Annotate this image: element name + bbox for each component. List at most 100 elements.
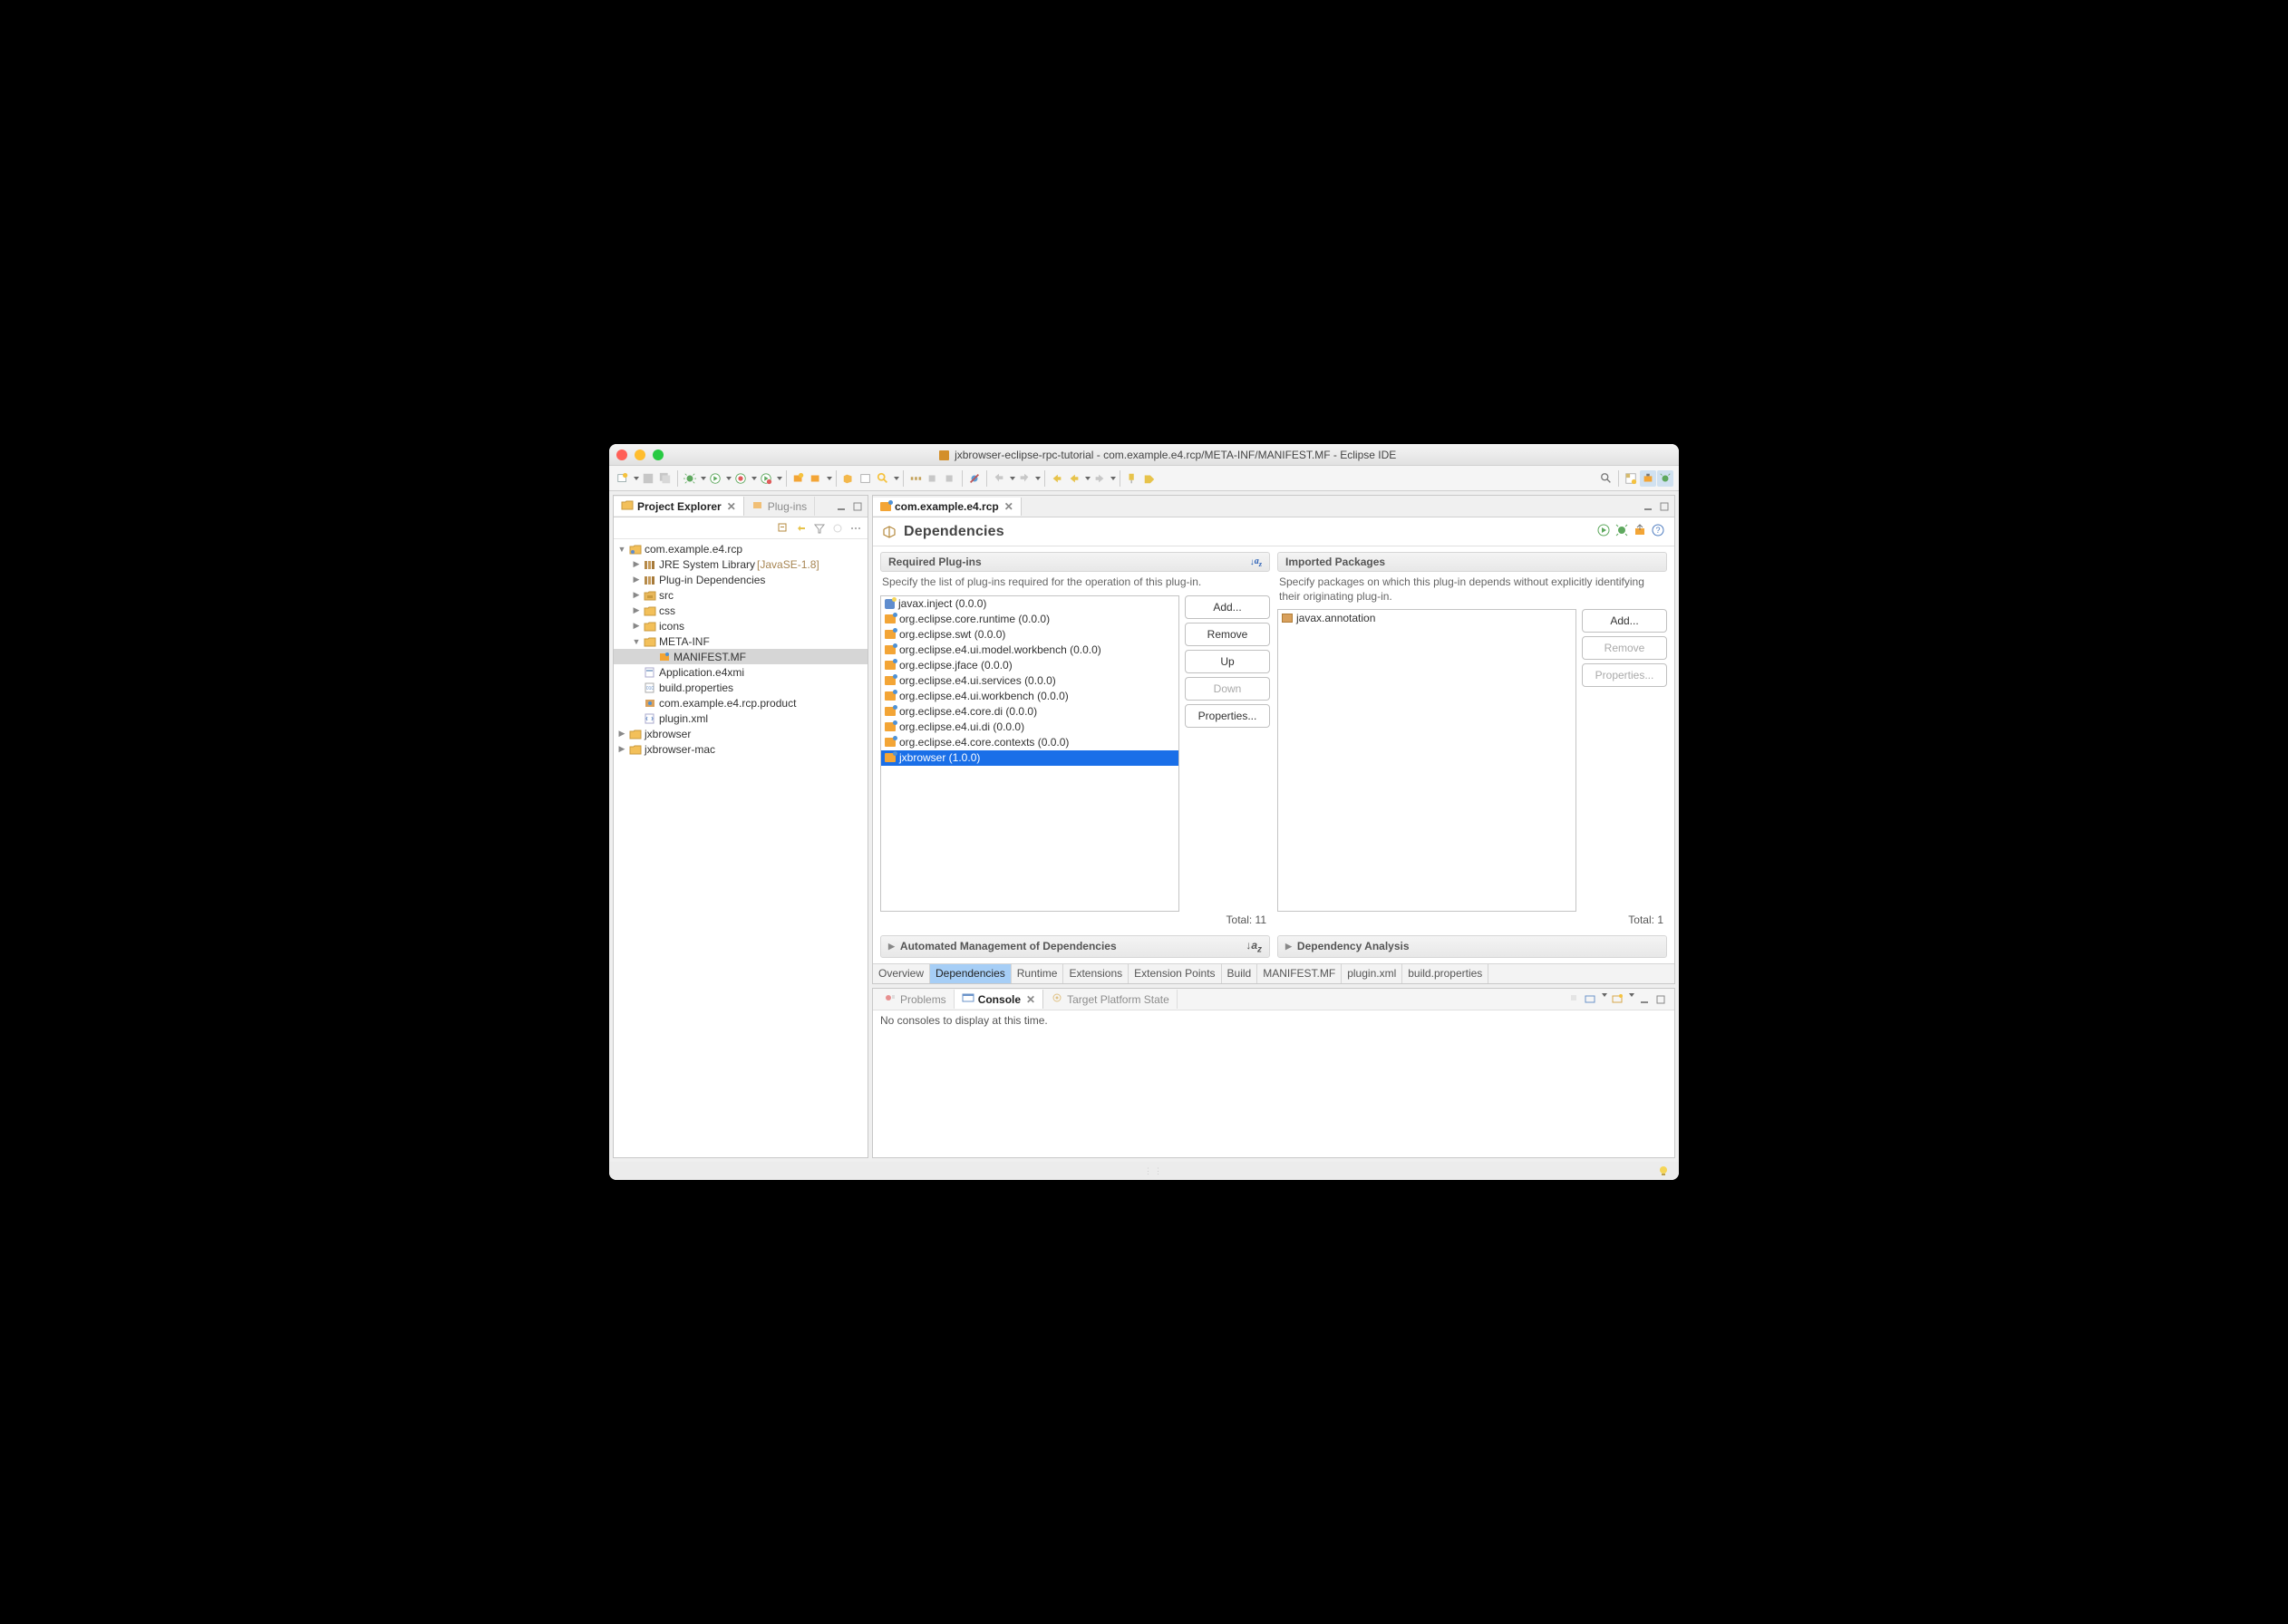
close-icon[interactable]: ✕ [1004, 500, 1013, 513]
properties-button[interactable]: Properties... [1185, 704, 1270, 728]
back-button[interactable] [1066, 470, 1082, 487]
list-item[interactable]: org.eclipse.jface (0.0.0) [881, 658, 1178, 673]
imported-packages-header[interactable]: Imported Packages [1277, 552, 1667, 572]
list-item[interactable]: org.eclipse.e4.core.contexts (0.0.0) [881, 735, 1178, 750]
pin-console-button[interactable] [1567, 993, 1580, 1006]
sort-icon[interactable]: ↓az [1250, 556, 1262, 568]
dependency-analysis-section[interactable]: ▶ Dependency Analysis [1277, 935, 1667, 958]
disclosure-triangle-icon[interactable]: ▶ [617, 729, 626, 739]
open-perspective-button[interactable] [1623, 470, 1639, 487]
collapse-all-button[interactable] [777, 522, 790, 535]
down-button[interactable]: Down [1185, 677, 1270, 701]
dropdown-arrow-icon[interactable] [1085, 477, 1091, 480]
imported-packages-list[interactable]: javax.annotation [1277, 609, 1576, 911]
minimize-view-button[interactable] [1638, 993, 1651, 1006]
disclosure-triangle-icon[interactable]: ▶ [632, 590, 641, 600]
view-tab[interactable]: Plug-ins [744, 497, 815, 516]
list-item[interactable]: org.eclipse.e4.core.di (0.0.0) [881, 704, 1178, 720]
editor-page-tab[interactable]: plugin.xml [1342, 964, 1402, 983]
remove-button[interactable]: Remove [1185, 623, 1270, 646]
up-button[interactable]: Up [1185, 650, 1270, 673]
forward-button[interactable] [1091, 470, 1108, 487]
list-item[interactable]: org.eclipse.swt (0.0.0) [881, 627, 1178, 643]
view-tab[interactable]: Project Explorer✕ [614, 497, 744, 516]
editor-page-tab[interactable]: MANIFEST.MF [1257, 964, 1342, 983]
toggle-marks-button[interactable] [925, 470, 941, 487]
editor-page-tab[interactable]: Build [1222, 964, 1258, 983]
project-tree[interactable]: ▼com.example.e4.rcp▶JRE System Library [… [614, 539, 868, 1157]
close-button[interactable] [616, 450, 627, 460]
run-last-button[interactable] [758, 470, 774, 487]
help-icon[interactable]: ? [1651, 523, 1665, 540]
console-tab[interactable]: Console✕ [955, 990, 1043, 1009]
tree-item[interactable]: ▶JRE System Library [JavaSE-1.8] [614, 556, 868, 572]
list-item[interactable]: org.eclipse.e4.ui.workbench (0.0.0) [881, 689, 1178, 704]
remove-button[interactable]: Remove [1582, 636, 1667, 660]
disclosure-triangle-icon[interactable]: ▼ [617, 545, 626, 554]
add-button[interactable]: Add... [1582, 609, 1667, 633]
tree-item[interactable]: Application.e4xmi [614, 664, 868, 680]
tree-item[interactable]: ▼META-INF [614, 633, 868, 649]
automated-mgmt-section[interactable]: ▶ Automated Management of Dependencies ↓… [880, 935, 1270, 958]
tree-item[interactable]: ▶jxbrowser-mac [614, 741, 868, 757]
editor-page-tab[interactable]: Extensions [1063, 964, 1129, 983]
editor-page-tab[interactable]: Runtime [1012, 964, 1064, 983]
tree-item[interactable]: plugin.xml [614, 710, 868, 726]
tag-button[interactable] [1141, 470, 1158, 487]
disclosure-triangle-icon[interactable]: ▼ [632, 637, 641, 646]
debug-perspective-button[interactable] [1657, 470, 1673, 487]
dropdown-arrow-icon[interactable] [1010, 477, 1015, 480]
sort-icon[interactable]: ↓az [1246, 939, 1262, 954]
pin-editor-button[interactable] [1124, 470, 1140, 487]
list-item[interactable]: org.eclipse.e4.ui.model.workbench (0.0.0… [881, 643, 1178, 658]
list-item[interactable]: javax.annotation [1278, 610, 1575, 625]
tree-item[interactable]: 010build.properties [614, 680, 868, 695]
close-icon[interactable]: ✕ [727, 500, 736, 513]
next-edit-button[interactable] [1016, 470, 1033, 487]
disclosure-triangle-icon[interactable]: ▶ [632, 575, 641, 585]
export-icon[interactable] [1633, 523, 1647, 540]
plugin-dev-perspective-button[interactable] [1640, 470, 1656, 487]
dropdown-arrow-icon[interactable] [726, 477, 732, 480]
tree-item[interactable]: ▶icons [614, 618, 868, 633]
toggle-breadcrumb-button[interactable] [907, 470, 924, 487]
open-type-button[interactable] [840, 470, 857, 487]
link-editor-button[interactable] [795, 522, 808, 535]
disclosure-triangle-icon[interactable]: ▶ [617, 744, 626, 754]
editor-page-tab[interactable]: Dependencies [930, 964, 1012, 983]
view-menu-button[interactable] [849, 522, 862, 535]
list-item[interactable]: org.eclipse.e4.ui.di (0.0.0) [881, 720, 1178, 735]
new-plugin-button[interactable] [790, 470, 807, 487]
list-item[interactable]: jxbrowser (1.0.0) [881, 750, 1178, 766]
skip-breakpoints-button[interactable] [966, 470, 983, 487]
tree-item[interactable]: com.example.e4.rcp.product [614, 695, 868, 710]
tree-item[interactable]: ▶Plug-in Dependencies [614, 572, 868, 587]
editor-page-tab[interactable]: Overview [873, 964, 930, 983]
console-tab[interactable]: Problems [877, 990, 955, 1009]
open-task-button[interactable] [858, 470, 874, 487]
dropdown-arrow-icon[interactable] [1110, 477, 1116, 480]
close-icon[interactable]: ✕ [1026, 993, 1035, 1006]
editor-page-tab[interactable]: Extension Points [1129, 964, 1221, 983]
new-button[interactable] [615, 470, 631, 487]
tip-bulb-icon[interactable] [1657, 1165, 1670, 1177]
editor-tab[interactable]: com.example.e4.rcp ✕ [873, 498, 1022, 516]
required-plugins-header[interactable]: Required Plug-ins ↓az [880, 552, 1270, 572]
dropdown-arrow-icon[interactable] [1602, 993, 1607, 1006]
display-console-button[interactable] [1584, 993, 1596, 1006]
toggle-block-button[interactable] [942, 470, 958, 487]
debug-icon[interactable] [1614, 523, 1629, 540]
open-console-button[interactable] [1611, 993, 1624, 1006]
coverage-button[interactable] [732, 470, 749, 487]
maximize-editor-button[interactable] [1658, 500, 1671, 513]
tree-item[interactable]: MANIFEST.MF [614, 649, 868, 664]
dropdown-arrow-icon[interactable] [827, 477, 832, 480]
disclosure-triangle-icon[interactable]: ▶ [632, 605, 641, 615]
dropdown-arrow-icon[interactable] [634, 477, 639, 480]
minimize-editor-button[interactable] [1642, 500, 1654, 513]
dropdown-arrow-icon[interactable] [1629, 993, 1634, 1006]
minimize-view-button[interactable] [835, 500, 848, 513]
console-tab[interactable]: Target Platform State [1043, 990, 1178, 1009]
list-item[interactable]: org.eclipse.e4.ui.services (0.0.0) [881, 673, 1178, 689]
dropdown-arrow-icon[interactable] [701, 477, 706, 480]
